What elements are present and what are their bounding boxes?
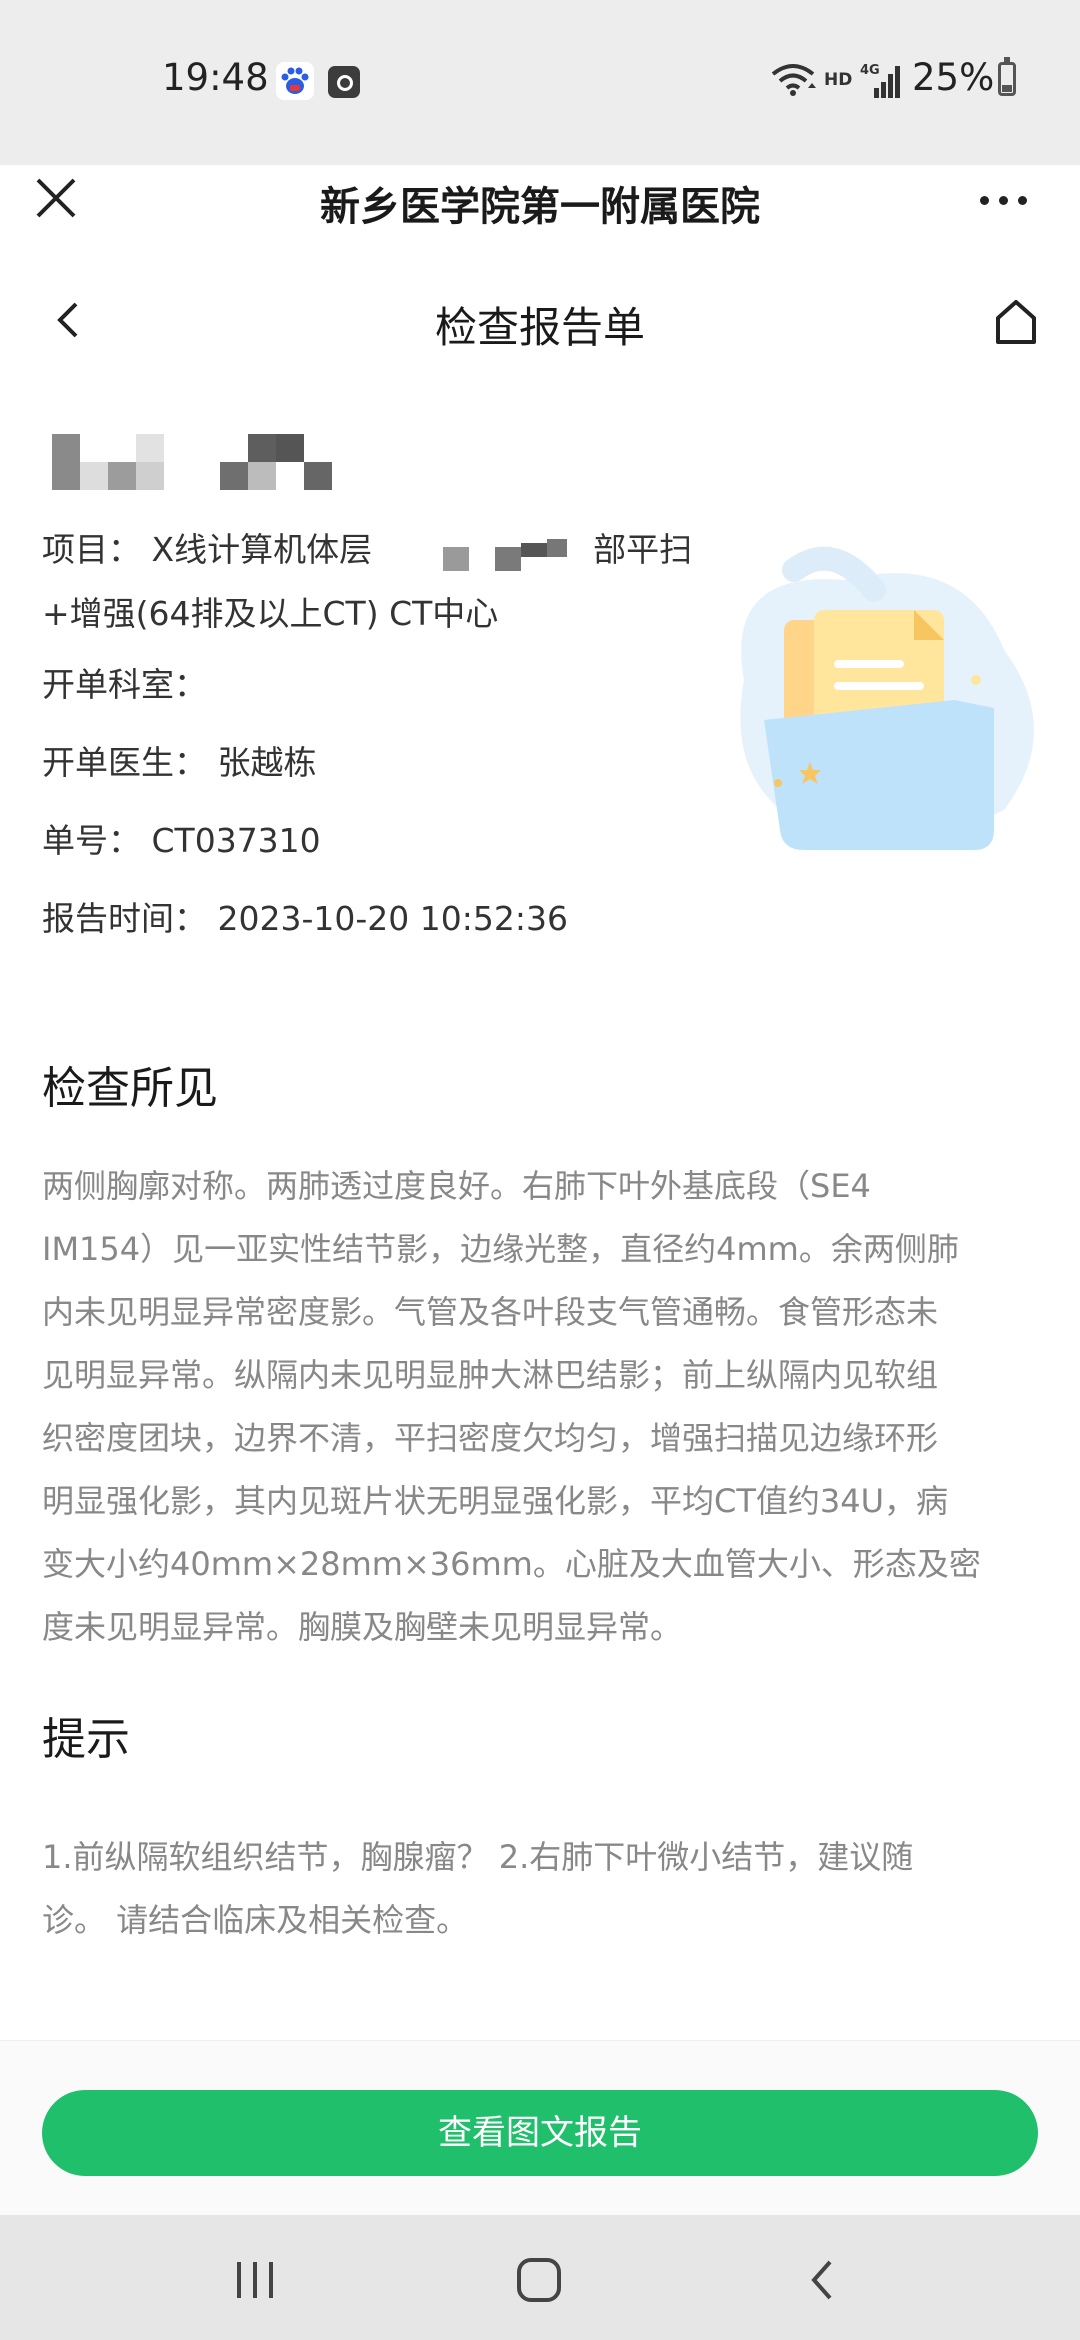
- baidu-app-icon: [276, 62, 314, 100]
- doctor-row: 开单医生： 张越栋: [42, 733, 317, 793]
- findings-line: 内未见明显异常密度影。气管及各叶段支气管通畅。食管形态未: [42, 1293, 939, 1331]
- findings-line: 变大小约40mm×28mm×36mm。心脏及大血管大小、形态及密: [42, 1545, 981, 1583]
- order-row: 单号： CT037310: [42, 811, 321, 871]
- battery-percentage: 25%: [912, 56, 995, 99]
- battery-icon: [998, 57, 1016, 96]
- recents-icon[interactable]: [237, 2262, 277, 2298]
- item-value-redacted: [383, 537, 583, 571]
- findings-line: 度未见明显异常。胸膜及胸壁未见明显异常。: [42, 1608, 683, 1646]
- view-report-button[interactable]: 查看图文报告: [42, 2090, 1038, 2176]
- item-label: 项目：: [42, 530, 141, 569]
- tips-text: 1.前纵隔软组织结节，胸腺瘤？ 2.右肺下叶微小结节，建议随 诊。 请结合临床及…: [42, 1826, 1042, 1952]
- patient-name-redacted: [52, 434, 362, 494]
- report-time-value: 2023-10-20 10:52:36: [217, 899, 568, 938]
- order-label: 单号：: [42, 821, 141, 860]
- wifi-icon: [771, 64, 816, 96]
- network-hd-label: HD: [824, 70, 853, 90]
- findings-line: 明显强化影，其内见斑片状无明显强化影，平均CT值约34U，病: [42, 1482, 949, 1520]
- item-value: X线计算机体层: [151, 530, 373, 569]
- svg-text:4G: 4G: [860, 63, 880, 78]
- doctor-value: 张越栋: [217, 743, 317, 782]
- tips-line: 1.前纵隔软组织结节，胸腺瘤？ 2.右肺下叶微小结节，建议随: [42, 1838, 914, 1876]
- clock-app-icon: [328, 66, 360, 98]
- report-folder-illustration: [740, 546, 1034, 850]
- item-value-line2: +增强(64排及以上CT) CT中心: [42, 594, 499, 633]
- report-time-row: 报告时间： 2023-10-20 10:52:36: [42, 889, 568, 949]
- home-icon[interactable]: [994, 298, 1038, 346]
- tips-line: 诊。 请结合临床及相关检查。: [42, 1901, 469, 1939]
- item-value-end: 部平扫: [593, 530, 693, 569]
- page-title: 检查报告单: [434, 303, 645, 352]
- more-icon[interactable]: [976, 190, 1032, 210]
- doctor-label: 开单医生：: [42, 743, 207, 782]
- findings-line: 织密度团块，边界不清，平扫密度欠均匀，增强扫描见边缘环形: [42, 1419, 939, 1457]
- status-time: 19:48: [162, 56, 269, 99]
- findings-text: 两侧胸廓对称。两肺透过度良好。右肺下叶外基底段（SE4 IM154）见一亚实性结…: [42, 1155, 1042, 1659]
- findings-line: IM154）见一亚实性结节影，边缘光整，直径约4mm。余两侧肺: [42, 1230, 959, 1268]
- order-number: CT037310: [151, 821, 321, 860]
- home-nav-icon[interactable]: [517, 2258, 561, 2302]
- findings-line: 见明显异常。纵隔内未见明显肿大淋巴结影；前上纵隔内见软组: [42, 1356, 939, 1394]
- findings-line: 两侧胸廓对称。两肺透过度良好。右肺下叶外基底段（SE4: [42, 1167, 871, 1205]
- department-label: 开单科室：: [42, 665, 207, 704]
- findings-heading: 检查所见: [42, 1063, 218, 1114]
- item-row: 项目： X线计算机体层 部平扫: [42, 520, 692, 580]
- tips-heading: 提示: [42, 1714, 130, 1765]
- status-bar: 19:48 HD 4G 25% 新乡医学院第一附属医院: [0, 0, 1080, 230]
- back-nav-icon[interactable]: [806, 2258, 836, 2302]
- report-time-label: 报告时间：: [42, 899, 207, 938]
- app-title: 新乡医学院第一附属医院: [320, 184, 760, 230]
- department-row: 开单科室：: [42, 655, 207, 715]
- signal-icon: 4G: [860, 63, 900, 98]
